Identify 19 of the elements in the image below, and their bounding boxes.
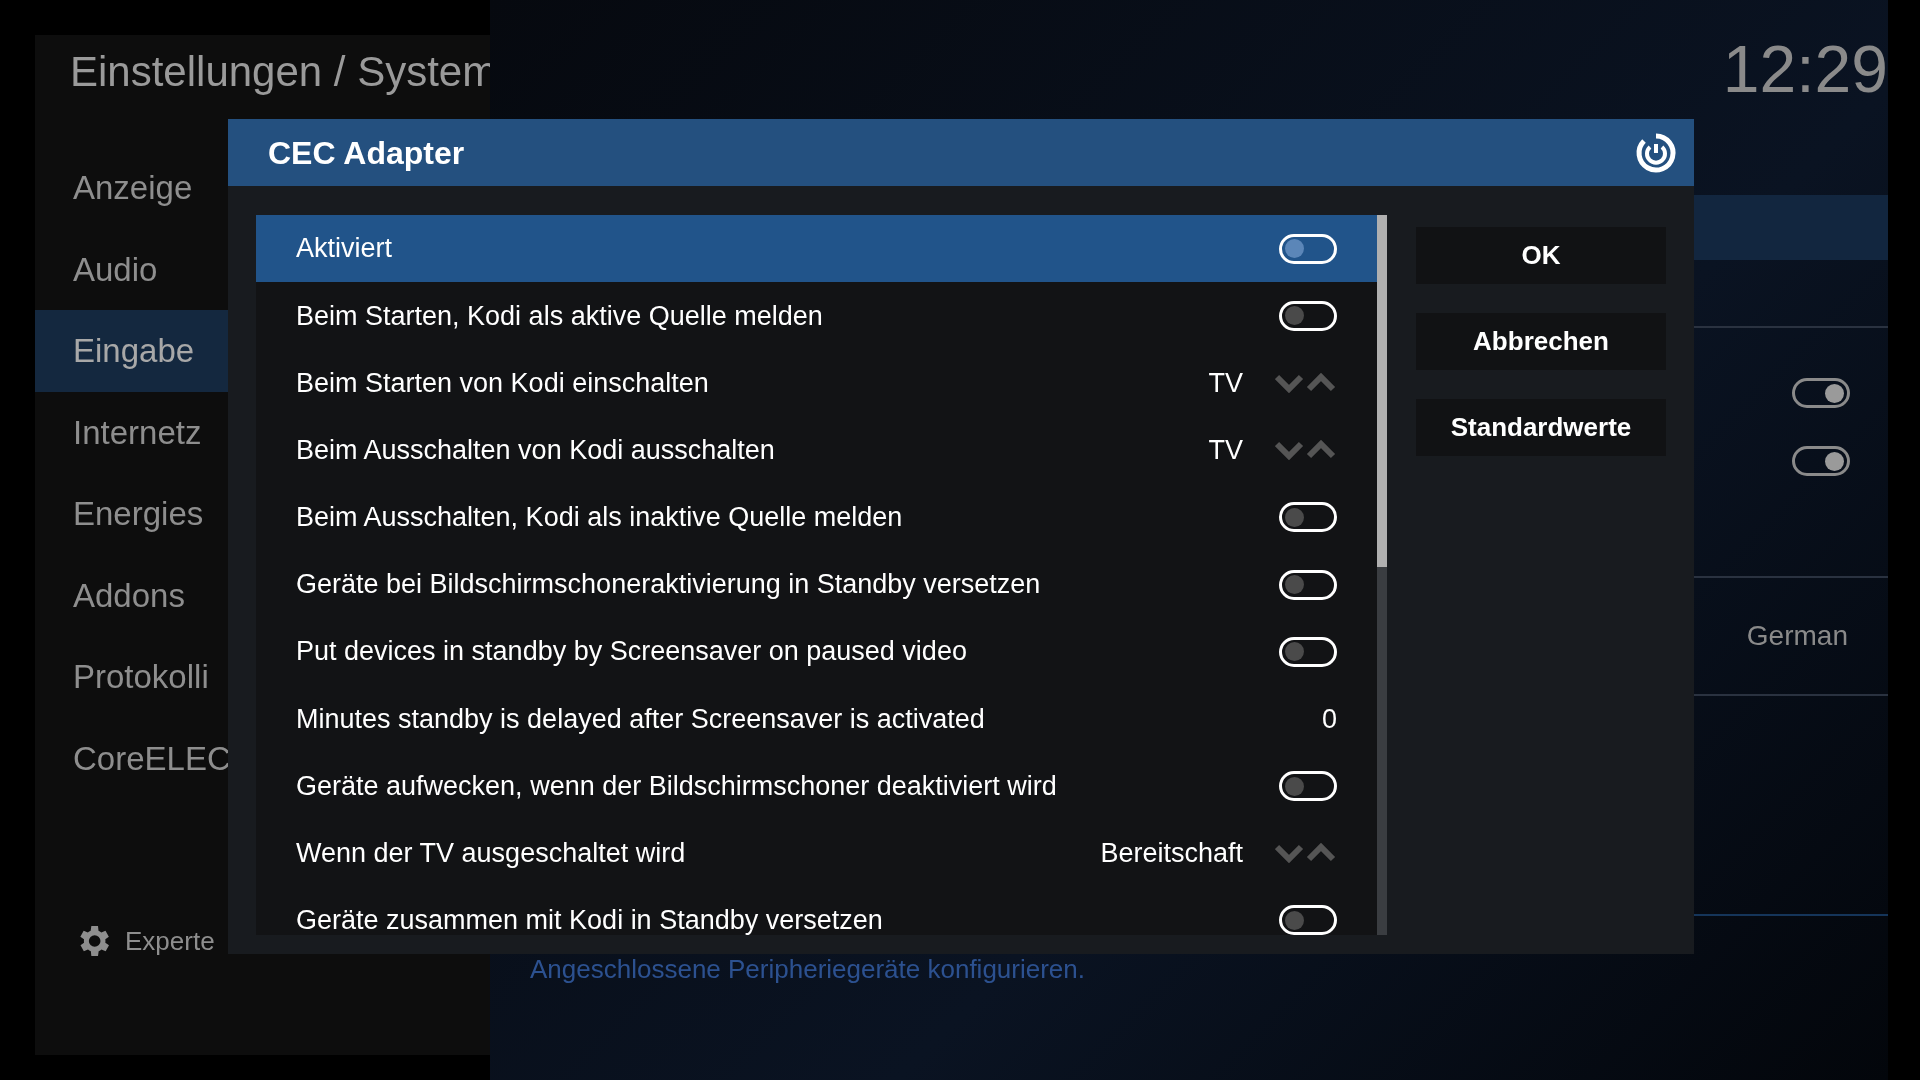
setting-value: German: [1746, 619, 1848, 653]
setting-value: TV: [1208, 433, 1243, 467]
setting-label: Wenn der TV ausgeschaltet wird: [296, 837, 686, 871]
setting-label: Geräte zusammen mit Kodi in Standby versetzen: [296, 904, 883, 935]
setting-label: Put devices in standby by Screensaver on paused video: [296, 635, 967, 669]
clock: 12:29: [1722, 31, 1888, 108]
setting-value: 0: [1321, 702, 1337, 736]
setting-value: Bereitschaft: [1100, 837, 1243, 871]
setting-label: Minutes standby is delayed after Screensaver is activated: [296, 702, 985, 736]
setting-description: Angeschlossene Peripheriegeräte konfigurieren.: [530, 954, 1085, 984]
setting-value: TV: [1208, 366, 1243, 400]
setting-label: Aktiviert: [296, 232, 393, 266]
dialog-title: CEC Adapter: [268, 133, 465, 173]
setting-label: Beim Ausschalten, Kodi als inaktive Quelle melden: [296, 501, 903, 535]
setting-label: Geräte bei Bildschirmschoneraktivierung in Standby versetzen: [296, 568, 1041, 602]
setting-label: Beim Starten von Kodi einschalten: [296, 366, 709, 400]
setting-label: Geräte aufwecken, wenn der Bildschirmschoner deaktiviert wird: [296, 769, 1057, 803]
setting-label: Beim Starten, Kodi als aktive Quelle melden: [296, 299, 823, 333]
setting-label: Beim Ausschalten von Kodi ausschalten: [296, 433, 775, 467]
